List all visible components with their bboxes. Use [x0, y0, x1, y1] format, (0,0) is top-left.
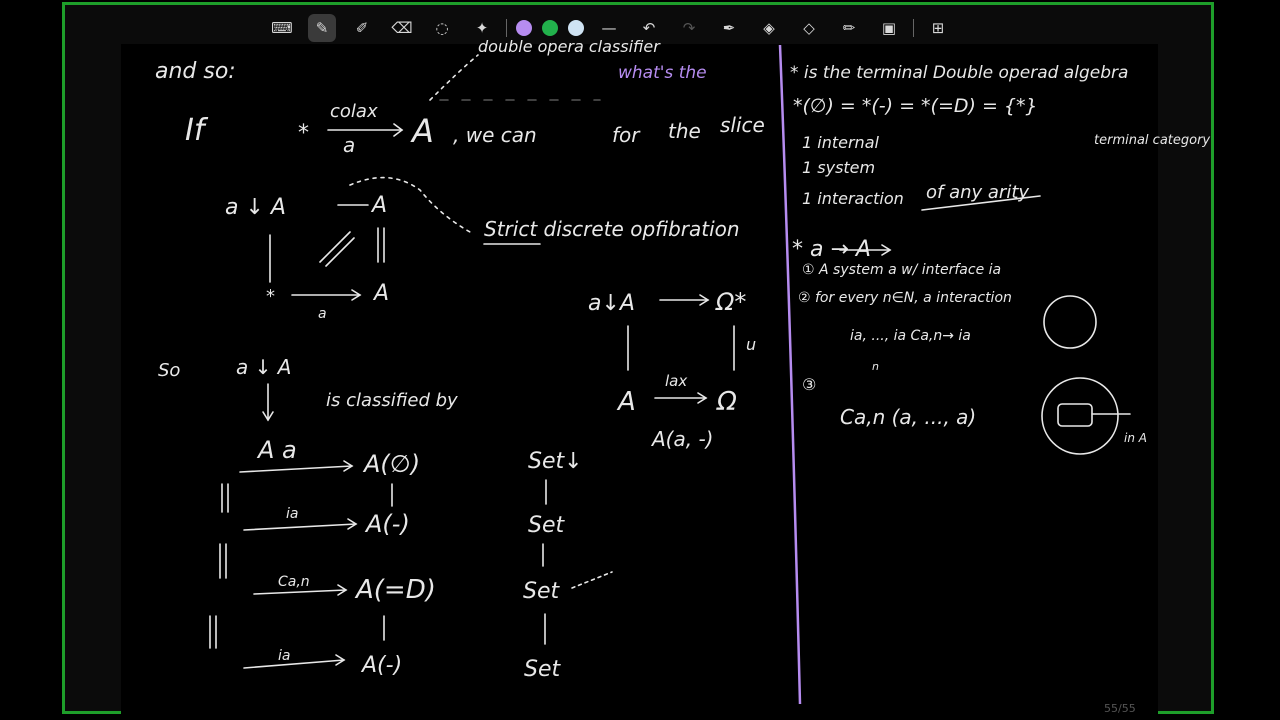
dashed-set-aside — [571, 571, 613, 589]
text-colax: colax — [330, 101, 378, 122]
page-indicator: 55/55 — [1104, 702, 1136, 715]
text-top-fragment: double opera classifier — [478, 37, 661, 56]
arrow-ladder-4 — [243, 659, 345, 669]
text-square-top-left: a↓A — [588, 291, 635, 316]
text-item-1: ① A system a w/ interface ia — [802, 262, 1001, 278]
box-wiring-diagram — [1057, 403, 1093, 427]
text-a: a — [343, 133, 355, 157]
text-right-line2: *(∅) = *(-) = *(=D) = {*} — [793, 95, 1038, 117]
handwritten-notes: and so: double opera classifier what's t… — [155, 37, 1210, 705]
text-A-empty: A(∅) — [362, 450, 420, 478]
text-list-2: 1 system — [802, 158, 875, 177]
text-slice-a: a ↓ A — [225, 195, 286, 220]
text-square-top-right: Ω* — [715, 288, 746, 316]
dashed-curve-top — [429, 54, 479, 101]
text-right-line1: * is the terminal Double operad algebra — [790, 63, 1128, 83]
text-item-2-formula: ia, ..., ia Ca,n→ ia — [850, 328, 971, 344]
text-slice-star: * — [266, 286, 275, 307]
text-label-ia: ia — [286, 506, 298, 522]
text-slice-A: A — [370, 193, 387, 218]
text-cam-line: Ca,n (a, ..., a) — [840, 405, 976, 429]
text-set-1: Set — [528, 513, 566, 538]
text-terminal-note: terminal category — [1094, 133, 1210, 148]
text-star: * — [298, 121, 309, 146]
text-square-caption: A(a, -) — [650, 427, 713, 451]
text-A-a: A a — [256, 436, 297, 464]
circle-sketch — [1043, 295, 1097, 349]
text-set-3: Set — [524, 657, 562, 682]
text-classified-by: is classified by — [326, 390, 458, 411]
text-we-can: , we can — [453, 123, 537, 147]
text-list-3: 1 interaction — [802, 189, 904, 208]
text-square-bottom-left: A — [616, 387, 636, 417]
text-so: So — [158, 360, 180, 381]
text-A-dash2: A(-) — [360, 653, 402, 678]
text-and-so: and so: — [155, 59, 236, 84]
circle-wiring-diagram — [1041, 377, 1119, 455]
page-divider-line — [778, 44, 802, 705]
text-item-2: ② for every n∈N, a interaction — [798, 290, 1012, 306]
text-slice-bottom-a: a — [318, 306, 327, 322]
arrow-ladder-3 — [253, 589, 347, 595]
text-square-lax: lax — [665, 372, 687, 390]
text-slice: slice — [720, 113, 765, 137]
text-slice-bottom-A: A — [372, 281, 389, 306]
arrow-ladder-1 — [239, 465, 353, 473]
text-A-multi: A(=D) — [354, 575, 436, 605]
text-strict-discrete: Strict discrete opfibration — [484, 217, 740, 241]
text-for: for — [612, 123, 641, 147]
text-label-cam: Ca,n — [278, 574, 310, 590]
text-so-a: a ↓ A — [236, 355, 291, 379]
text-whats-the: what's the — [618, 63, 707, 83]
text-label-ia2: ia — [278, 648, 290, 664]
arrow-ladder-2 — [243, 523, 357, 531]
text-A-if: A — [410, 112, 434, 150]
text-in-A: in A — [1124, 431, 1147, 445]
text-square-u: u — [746, 335, 756, 354]
text-item-2-n: n — [872, 360, 879, 373]
text-set-dagger: Set↓ — [528, 449, 583, 474]
text-the: the — [668, 119, 701, 143]
text-A-dash: A(-) — [364, 510, 410, 538]
text-item-3: ③ — [802, 375, 816, 394]
text-set-2: Set — [523, 579, 561, 604]
text-list-1: 1 internal — [802, 133, 879, 152]
text-if: If — [185, 113, 209, 148]
text-square-bottom-right: Ω — [716, 387, 737, 417]
